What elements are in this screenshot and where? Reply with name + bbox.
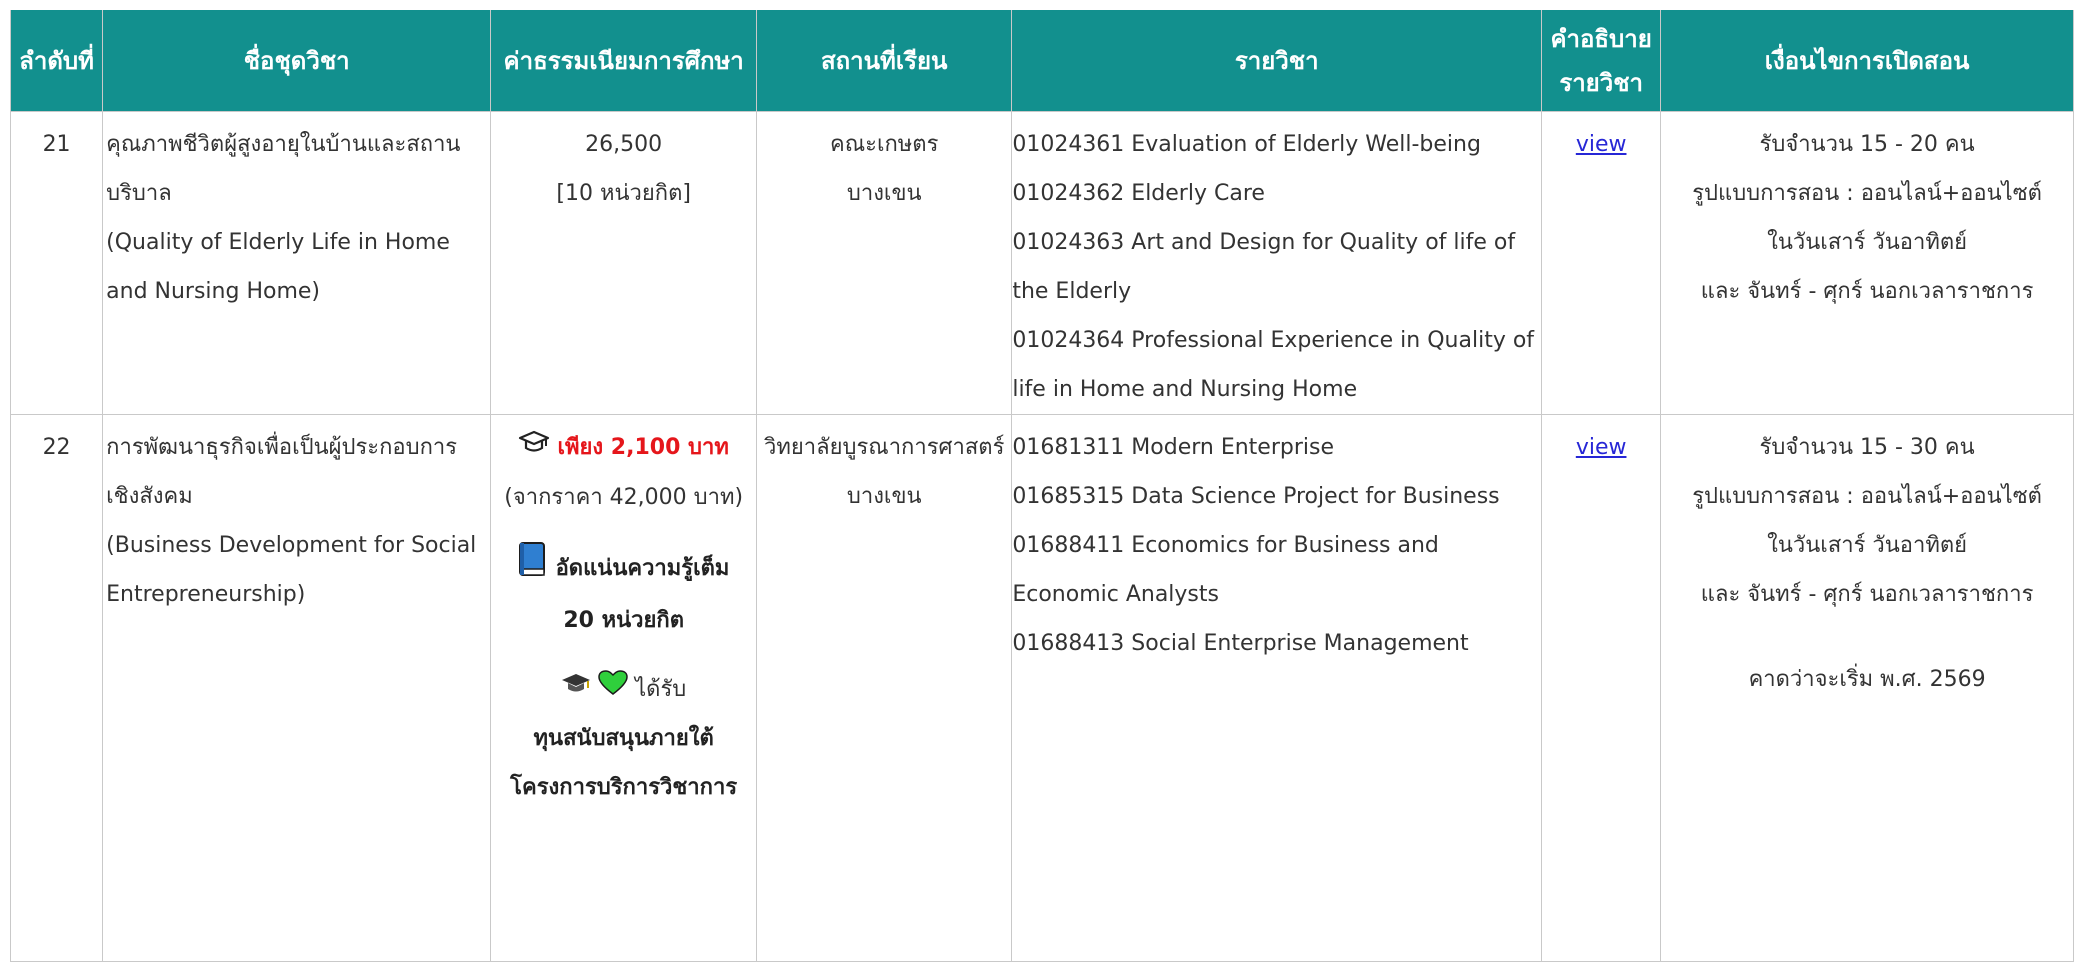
fee-cell: 26,500 [10 หน่วยกิต] xyxy=(490,111,758,415)
subject-line: 01681311 Modern Enterprise xyxy=(1012,435,1335,460)
fee-cell: เพียง 2,100 บาท (จากราคา 42,000 บาท) อัด… xyxy=(490,414,758,962)
row-number: 21 xyxy=(9,111,104,415)
conditions-cell: รับจำนวน 15 - 30 คน รูปแบบการสอน : ออนไล… xyxy=(1660,414,2074,962)
condition-line: รูปแบบการสอน : ออนไลน์+ออนไซต์ xyxy=(1692,484,2042,509)
course-set-name: คุณภาพชีวิตผู้สูงอายุในบ้านและสถาน บริบา… xyxy=(102,111,492,415)
subject-line: 01024363 Art and Design for Quality of l… xyxy=(1012,230,1516,255)
fee-amount: 26,500 xyxy=(585,132,663,157)
description-cell: view xyxy=(1541,111,1662,415)
scholarship-prefix: ได้รับ xyxy=(635,676,687,702)
name-line: Entrepreneurship) xyxy=(106,582,306,607)
subject-line: 01024362 Elderly Care xyxy=(1012,181,1265,206)
location-cell: วิทยาลัยบูรณาการศาสตร์ บางเขน xyxy=(756,414,1013,962)
name-line: (Quality of Elderly Life in Home xyxy=(106,230,450,255)
table-row: 21 คุณภาพชีวิตผู้สูงอายุในบ้านและสถาน บร… xyxy=(9,111,2074,415)
scholarship-text: ทุนสนับสนุนภายใต้ xyxy=(533,726,714,751)
row-number: 22 xyxy=(9,414,104,962)
condition-line: รับจำนวน 15 - 20 คน xyxy=(1759,132,1975,157)
fee-original-price: (จากราคา 42,000 บาท) xyxy=(504,484,744,510)
view-link[interactable]: view xyxy=(1576,435,1627,460)
graduation-cap-outline-icon xyxy=(518,424,550,473)
header-subjects: รายวิชา xyxy=(1011,10,1543,112)
subject-line: life in Home and Nursing Home xyxy=(1012,377,1358,402)
subject-line: the Elderly xyxy=(1012,279,1132,304)
description-cell: view xyxy=(1541,414,1662,962)
header-description-line2: รายวิชา xyxy=(1559,68,1643,97)
subject-line: 01685315 Data Science Project for Busine… xyxy=(1012,484,1500,509)
scholarship-text: โครงการบริการวิชาการ xyxy=(510,775,738,800)
header-course-set: ชื่อชุดวิชา xyxy=(102,10,492,112)
blue-book-icon xyxy=(518,541,548,596)
scholarship-line: ได้รับ xyxy=(491,665,756,715)
header-location: สถานที่เรียน xyxy=(756,10,1013,112)
view-link[interactable]: view xyxy=(1576,132,1627,157)
location-line: คณะเกษตร xyxy=(830,132,939,157)
subjects-cell: 01024361 Evaluation of Elderly Well-bein… xyxy=(1011,111,1543,415)
condition-line: ในวันเสาร์ วันอาทิตย์ xyxy=(1767,230,1968,255)
page: ลำดับที่ ชื่อชุดวิชา ค่าธรรมเนียมการศึกษ… xyxy=(0,0,2074,962)
header-no: ลำดับที่ xyxy=(9,10,104,112)
name-line: and Nursing Home) xyxy=(106,279,320,304)
header-description-line1: คำอธิบาย xyxy=(1550,24,1652,53)
subject-line: 01688413 Social Enterprise Management xyxy=(1012,631,1469,656)
location-line: วิทยาลัยบูรณาการศาสตร์ xyxy=(764,435,1005,460)
location-line: บางเขน xyxy=(846,181,922,206)
fee-credits: [10 หน่วยกิต] xyxy=(556,181,691,206)
location-cell: คณะเกษตร บางเขน xyxy=(756,111,1013,415)
table-row: 22 การพัฒนาธุรกิจเพื่อเป็นผู้ประกอบการ เ… xyxy=(9,414,2074,962)
condition-line: และ จันทร์ - ศุกร์ นอกเวลาราชการ xyxy=(1700,582,2034,607)
header-conditions: เงื่อนไขการเปิดสอน xyxy=(1660,10,2074,112)
course-table: ลำดับที่ ชื่อชุดวิชา ค่าธรรมเนียมการศึกษ… xyxy=(9,10,2074,962)
fee-promo-price: เพียง 2,100 บาท xyxy=(557,435,729,460)
green-heart-icon xyxy=(598,665,628,714)
name-line: เชิงสังคม xyxy=(106,484,193,509)
header-fee: ค่าธรรมเนียมการศึกษา xyxy=(490,10,758,112)
condition-line: และ จันทร์ - ศุกร์ นอกเวลาราชการ xyxy=(1700,279,2034,304)
condition-line: รูปแบบการสอน : ออนไลน์+ออนไซต์ xyxy=(1692,181,2042,206)
condition-line: รับจำนวน 15 - 30 คน xyxy=(1759,435,1975,460)
name-line: (Business Development for Social xyxy=(106,533,477,558)
name-line: การพัฒนาธุรกิจเพื่อเป็นผู้ประกอบการ xyxy=(106,435,458,460)
start-note: คาดว่าจะเริ่ม พ.ศ. 2569 xyxy=(1748,667,1986,692)
credits-line: 20 หน่วยกิต xyxy=(563,607,684,633)
header-row: ลำดับที่ ชื่อชุดวิชา ค่าธรรมเนียมการศึกษ… xyxy=(9,10,2074,112)
credits-promo: อัดแน่นความรู้เต็ม xyxy=(491,541,756,596)
credits-line: อัดแน่นความรู้เต็ม xyxy=(555,555,730,581)
graduation-cap-icon xyxy=(561,665,591,714)
course-set-name: การพัฒนาธุรกิจเพื่อเป็นผู้ประกอบการ เชิง… xyxy=(102,414,492,962)
fee-promo-line: เพียง 2,100 บาท xyxy=(491,423,756,473)
name-line: คุณภาพชีวิตผู้สูงอายุในบ้านและสถาน xyxy=(106,132,461,157)
header-description: คำอธิบายรายวิชา xyxy=(1541,10,1662,112)
subject-line: 01024361 Evaluation of Elderly Well-bein… xyxy=(1012,132,1481,157)
conditions-cell: รับจำนวน 15 - 20 คน รูปแบบการสอน : ออนไล… xyxy=(1660,111,2074,415)
location-line: บางเขน xyxy=(846,484,922,509)
subjects-cell: 01681311 Modern Enterprise 01685315 Data… xyxy=(1011,414,1543,962)
subject-line: Economic Analysts xyxy=(1012,582,1219,607)
subject-line: 01024364 Professional Experience in Qual… xyxy=(1012,328,1535,353)
condition-line: ในวันเสาร์ วันอาทิตย์ xyxy=(1767,533,1968,558)
name-line: บริบาล xyxy=(106,181,172,206)
subject-line: 01688411 Economics for Business and xyxy=(1012,533,1439,558)
